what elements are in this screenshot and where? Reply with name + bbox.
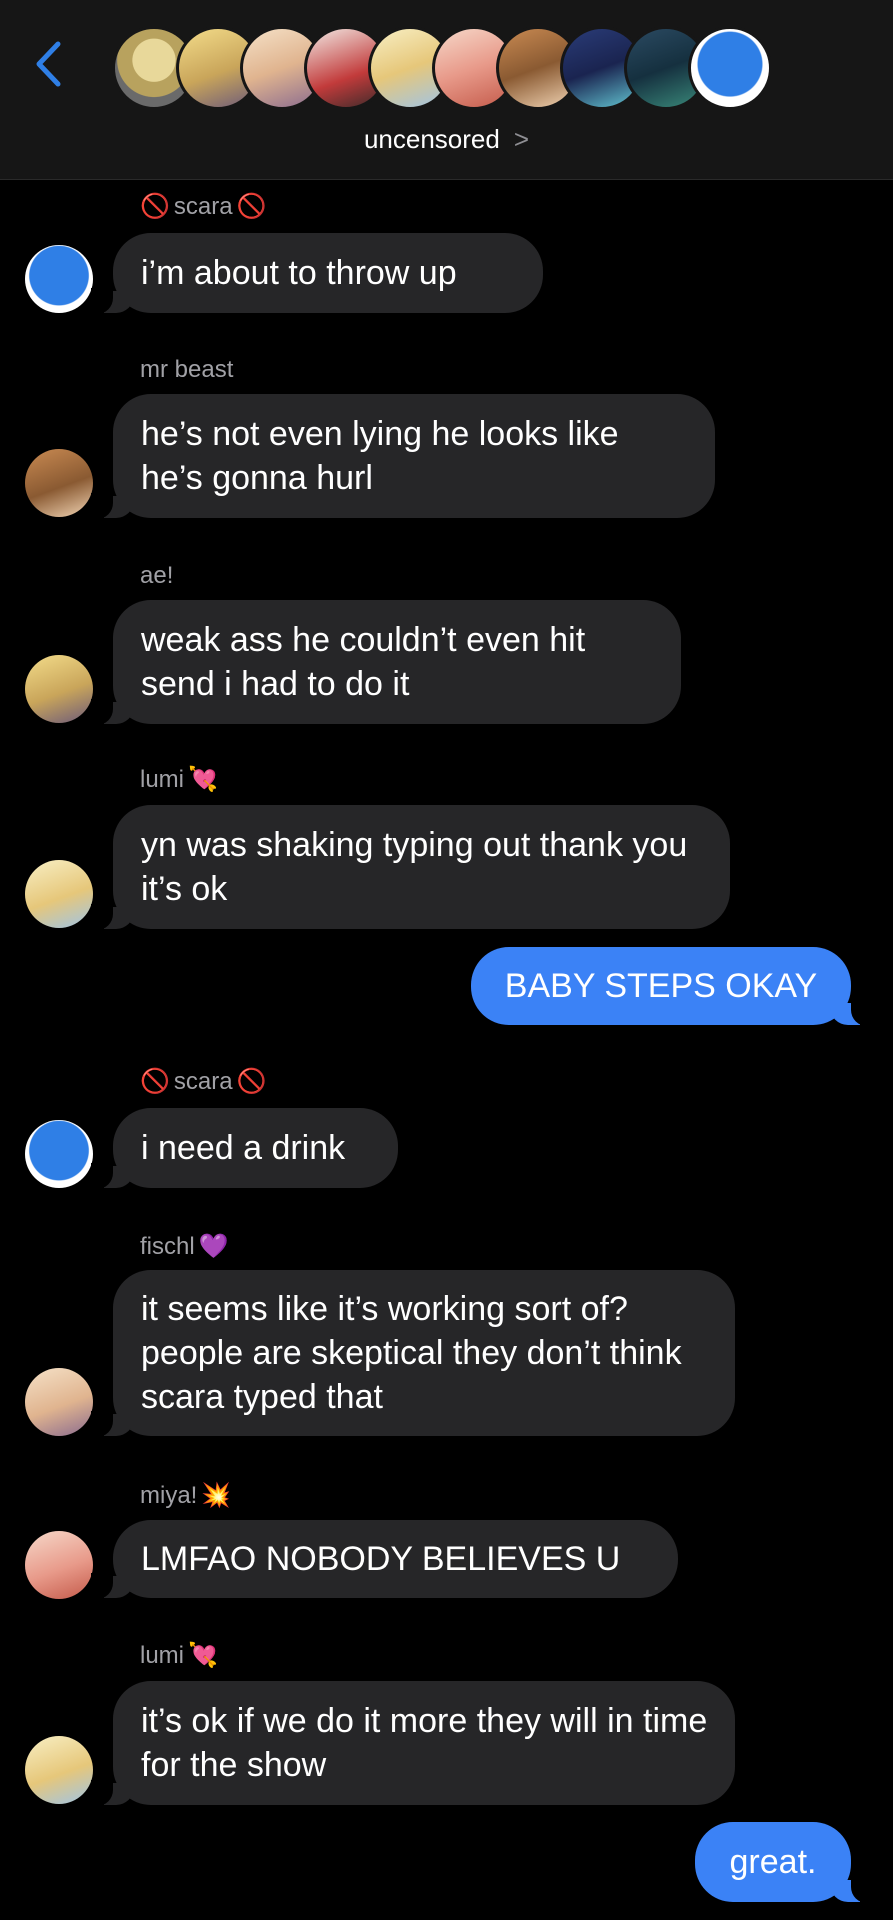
sender-name: 🚫 scara 🚫 [140, 1068, 266, 1096]
prohibited-icon: 🚫 [140, 1068, 170, 1095]
message-text: he’s not even lying he looks like he’s g… [141, 415, 619, 497]
message-bubble[interactable]: yn was shaking typing out thank you it’s… [91, 805, 730, 930]
avatar[interactable] [25, 245, 93, 313]
message-bubble[interactable]: i’m about to throw up [91, 233, 543, 314]
message-text: it seems like it’s working sort of? peop… [141, 1290, 682, 1416]
chevron-right-icon: > [513, 124, 530, 154]
message-bubble-outgoing[interactable]: BABY STEPS OKAY [471, 947, 873, 1026]
sender-label: scara [173, 193, 233, 220]
sender-label: fischl [140, 1233, 195, 1260]
group-avatar [688, 26, 772, 110]
message-text: i’m about to throw up [141, 254, 457, 292]
sender-name: fischl 💜 [140, 1233, 229, 1261]
sender-name: lumi 💘 [140, 766, 218, 794]
avatar[interactable] [25, 1120, 93, 1188]
group-name[interactable]: uncensored > [0, 124, 893, 155]
sender-label: mr beast [140, 356, 234, 383]
message-bubble[interactable]: LMFAO NOBODY BELIEVES U [91, 1520, 678, 1599]
message-text: i need a drink [141, 1129, 346, 1167]
chat-header: uncensored > [0, 0, 893, 180]
sender-name: mr beast [140, 356, 233, 384]
back-button[interactable] [28, 36, 68, 92]
sender-label: lumi [140, 766, 185, 793]
message-text: great. [729, 1843, 817, 1881]
sender-name: lumi 💘 [140, 1642, 218, 1670]
prohibited-icon: 🚫 [236, 193, 267, 220]
prohibited-icon: 🚫 [236, 1068, 267, 1095]
collision-icon: 💥 [201, 1482, 232, 1509]
sender-label: scara [173, 1068, 233, 1095]
message-bubble[interactable]: i need a drink [91, 1108, 398, 1189]
chevron-left-icon [36, 41, 61, 87]
message-bubble[interactable]: he’s not even lying he looks like he’s g… [91, 394, 715, 519]
avatar[interactable] [25, 655, 93, 723]
message-text: BABY STEPS OKAY [504, 967, 818, 1005]
sender-label: miya! [140, 1482, 198, 1509]
group-title-text: uncensored [363, 124, 500, 154]
message-bubble-outgoing[interactable]: great. [695, 1822, 873, 1903]
group-avatars[interactable] [112, 26, 772, 118]
prohibited-icon: 🚫 [140, 193, 170, 220]
heart-with-arrow-icon: 💘 [188, 1642, 218, 1669]
avatar[interactable] [25, 1368, 93, 1436]
message-bubble[interactable]: it seems like it’s working sort of? peop… [91, 1270, 735, 1437]
avatar[interactable] [25, 1736, 93, 1804]
avatar[interactable] [25, 449, 93, 517]
avatar[interactable] [25, 1531, 93, 1599]
sender-label: lumi [140, 1642, 185, 1669]
sender-label: ae! [140, 562, 174, 589]
message-text: yn was shaking typing out thank you it’s… [141, 826, 688, 908]
sender-name: ae! [140, 562, 173, 590]
heart-with-arrow-icon: 💘 [188, 766, 218, 793]
purple-heart-icon: 💜 [198, 1233, 229, 1260]
sender-name: 🚫 scara 🚫 [140, 193, 266, 221]
message-text: it’s ok if we do it more they will in ti… [141, 1702, 708, 1784]
message-text: LMFAO NOBODY BELIEVES U [141, 1540, 621, 1578]
message-bubble[interactable]: weak ass he couldn’t even hit send i had… [91, 600, 681, 725]
message-text: weak ass he couldn’t even hit send i had… [141, 621, 586, 703]
sender-name: miya! 💥 [140, 1482, 231, 1510]
message-bubble[interactable]: it’s ok if we do it more they will in ti… [91, 1681, 735, 1806]
avatar[interactable] [25, 860, 93, 928]
